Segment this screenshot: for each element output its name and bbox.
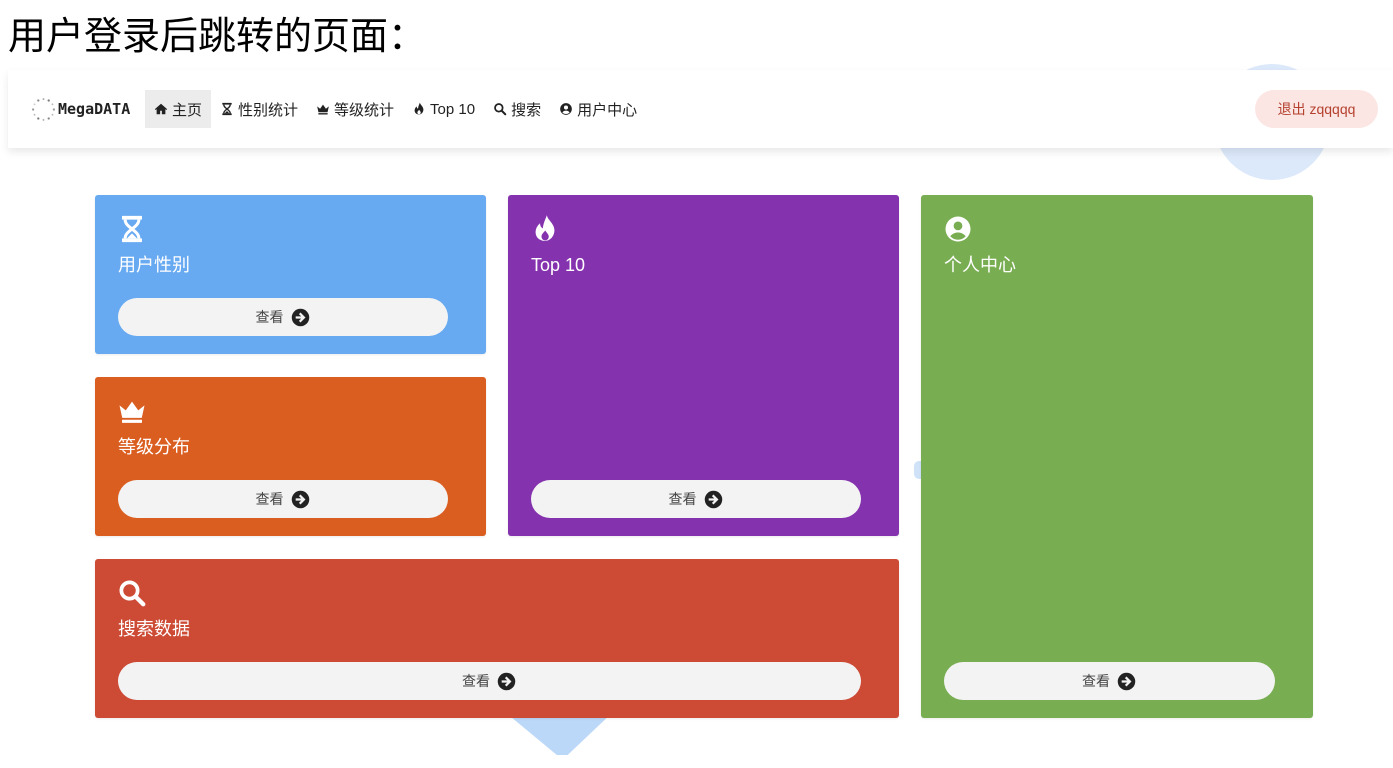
card-title: Top 10 xyxy=(531,255,586,275)
view-button[interactable]: 查看 xyxy=(118,480,448,518)
nav-item-user-center[interactable]: 用户中心 xyxy=(550,90,646,128)
user-circle-icon xyxy=(560,103,572,115)
nav-item-level-stats[interactable]: 等级统计 xyxy=(307,90,403,128)
arrow-circle-right-icon xyxy=(704,490,722,508)
navbar: MegaDATA 主页 性别统计 等级统计 Top 10 搜索 用户中心 退出 … xyxy=(8,70,1393,148)
card-title: 等级分布 xyxy=(118,437,190,457)
nav-item-label: 等级统计 xyxy=(334,101,395,119)
card-top10: Top 10 查看 xyxy=(508,195,899,536)
view-button-label: 查看 xyxy=(255,491,284,507)
decorative-triangle xyxy=(505,712,613,755)
arrow-circle-right-icon xyxy=(1117,672,1136,690)
brand-name: MegaDATA xyxy=(58,100,131,118)
arrow-circle-right-icon xyxy=(291,490,309,508)
card-title: 搜索数据 xyxy=(118,619,190,639)
card-level-distribution: 等级分布 查看 xyxy=(95,377,486,536)
brand[interactable]: MegaDATA xyxy=(30,94,130,124)
arrow-circle-right-icon xyxy=(497,672,516,690)
arrow-circle-right-icon xyxy=(291,308,309,326)
card-search-data: 搜索数据 查看 xyxy=(95,559,899,718)
view-button-label: 查看 xyxy=(1082,673,1110,689)
crown-icon xyxy=(317,104,329,115)
card-user-gender: 用户性别 查看 xyxy=(95,195,486,354)
view-button[interactable]: 查看 xyxy=(531,480,861,518)
nav-item-top10[interactable]: Top 10 xyxy=(403,90,484,128)
nav-menu: 主页 性别统计 等级统计 Top 10 搜索 用户中心 xyxy=(145,90,646,128)
nav-item-home[interactable]: 主页 xyxy=(145,90,212,128)
search-icon xyxy=(494,103,507,116)
view-button-label: 查看 xyxy=(668,491,697,507)
view-button-label: 查看 xyxy=(462,673,490,689)
view-button-label: 查看 xyxy=(255,309,284,325)
page-caption: 用户登录后跳转的页面： xyxy=(8,16,427,58)
card-title: 个人中心 xyxy=(944,255,1016,275)
card-user-center: 个人中心 查看 xyxy=(921,195,1313,718)
user-circle-icon xyxy=(943,214,973,244)
logout-button[interactable]: 退出 zqqqqq xyxy=(1255,90,1378,128)
view-button[interactable]: 查看 xyxy=(118,298,448,336)
view-button[interactable]: 查看 xyxy=(118,662,861,700)
nav-item-label: 用户中心 xyxy=(577,101,638,119)
home-icon xyxy=(154,103,168,115)
crown-icon xyxy=(117,396,147,426)
fire-icon xyxy=(530,214,560,244)
nav-item-label: 性别统计 xyxy=(238,101,299,119)
hourglass-icon xyxy=(222,102,232,116)
nav-item-label: 搜索 xyxy=(511,101,542,119)
nav-item-label: 主页 xyxy=(172,101,203,119)
card-title: 用户性别 xyxy=(118,255,190,275)
view-button[interactable]: 查看 xyxy=(944,662,1275,700)
hourglass-icon xyxy=(117,214,147,244)
nav-item-label: Top 10 xyxy=(430,100,476,118)
nav-item-search[interactable]: 搜索 xyxy=(484,90,550,128)
search-icon xyxy=(117,578,147,608)
nav-item-gender-stats[interactable]: 性别统计 xyxy=(211,90,307,128)
dotted-circle-logo-icon xyxy=(31,97,56,121)
fire-icon xyxy=(414,102,424,115)
